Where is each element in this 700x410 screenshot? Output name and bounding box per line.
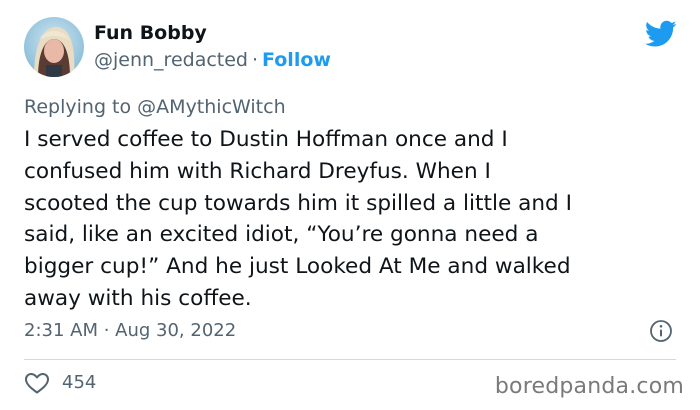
divider [24,359,676,360]
heart-icon[interactable] [24,371,50,395]
user-handle[interactable]: @jenn_redacted [94,49,248,71]
reply-context: Replying to @AMythicWitch [24,96,286,118]
reply-mention-link[interactable]: @AMythicWitch [137,96,285,118]
separator-dot: · [252,49,259,71]
tweet-card: Fun Bobby @jenn_redacted · Follow Replying… [0,0,700,410]
follow-button[interactable]: Follow [262,49,331,71]
like-count[interactable]: 454 [62,372,96,393]
display-name[interactable]: Fun Bobby [94,22,207,44]
watermark: boredpanda.com [494,374,684,399]
avatar-image [24,17,84,77]
reply-prefix: Replying to [24,96,132,118]
info-icon[interactable] [649,319,673,343]
tweet-text: I served coffee to Dustin Hoffman once a… [24,127,572,311]
handle-row: @jenn_redacted · Follow [94,49,331,71]
tweet-timestamp[interactable]: 2:31 AM · Aug 30, 2022 [24,320,236,341]
twitter-bird-icon[interactable] [645,20,677,48]
avatar[interactable] [24,17,84,77]
